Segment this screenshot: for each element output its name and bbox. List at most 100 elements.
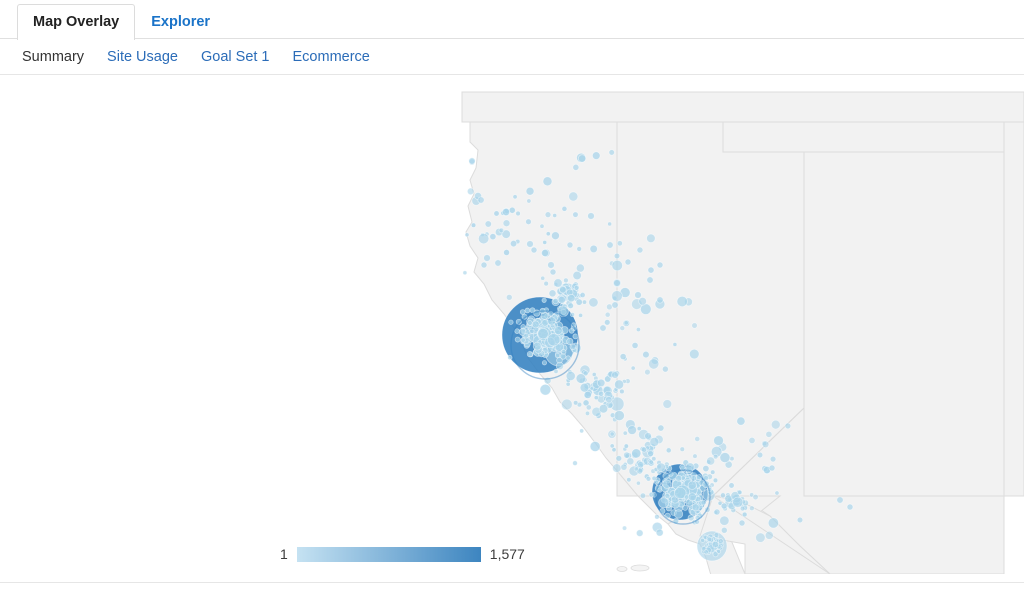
map-bubble[interactable] [542,239,548,245]
map-bubble[interactable] [526,240,534,248]
map-bubble[interactable] [651,475,657,481]
map-bubble[interactable] [639,492,647,499]
map-bubble[interactable] [572,270,582,281]
map-bubble[interactable] [703,549,709,555]
map-bubble[interactable] [748,436,756,444]
map-bubble[interactable] [543,280,549,287]
map-bubble[interactable] [589,244,598,254]
map-bubble[interactable] [626,457,635,466]
tab-explorer[interactable]: Explorer [135,4,226,41]
map-bubble[interactable] [609,443,615,449]
map-bubble[interactable] [609,431,615,437]
map-bubble[interactable] [498,227,505,234]
map-bubble[interactable] [683,494,690,500]
map-bubble[interactable] [519,309,526,315]
map-bubble[interactable] [784,422,792,430]
map-bubble[interactable] [525,218,532,225]
map-bubble[interactable] [626,477,632,483]
map-bubble[interactable] [604,311,611,318]
map-bubble[interactable] [631,448,642,459]
map-bubble[interactable] [554,353,561,359]
map-bubble[interactable] [616,240,623,247]
map-bubble[interactable] [741,511,748,518]
map-bubble[interactable] [553,368,559,374]
map-bubble[interactable] [712,551,719,558]
map-bubble[interactable] [642,350,650,359]
map-bubble[interactable] [483,254,491,262]
map-bubble[interactable] [692,453,698,459]
map-bubble[interactable] [624,258,632,266]
map-bubble[interactable] [545,231,551,237]
map-bubble[interactable] [676,295,688,308]
map-bubble[interactable] [540,275,546,281]
map-bubble[interactable] [578,312,584,318]
map-bubble[interactable] [706,456,716,466]
map-bubble[interactable] [732,496,744,508]
map-bubble[interactable] [539,383,552,396]
map-bubble[interactable] [613,410,625,422]
subnav-item-summary[interactable]: Summary [22,48,84,66]
map-bubble[interactable] [640,446,648,453]
map-bubble[interactable] [719,515,730,526]
map-bubble[interactable] [720,502,728,510]
map-bubble[interactable] [462,270,468,276]
map-bubble[interactable] [765,430,773,438]
map-bubble[interactable] [468,157,476,165]
map-bubble[interactable] [662,479,672,489]
map-bubble[interactable] [572,211,579,218]
map-bubble[interactable] [579,382,590,393]
map-bubble[interactable] [691,322,698,329]
map-bubble[interactable] [687,492,697,502]
map-bubble[interactable] [527,320,533,326]
map-bubble[interactable] [575,373,587,384]
map-bubble[interactable] [717,538,724,545]
map-bubble[interactable] [502,208,510,216]
map-bubble[interactable] [611,301,619,309]
map-bubble[interactable] [657,424,665,432]
map-bubble[interactable] [648,358,660,370]
map-bubble[interactable] [623,451,631,459]
map-bubble[interactable] [755,532,766,543]
map-bubble[interactable] [565,355,571,361]
map-bubble[interactable] [523,332,529,339]
map-bubble[interactable] [635,327,641,333]
map-visualization[interactable] [0,76,1024,574]
map-bubble[interactable] [635,480,641,486]
map-bubble[interactable] [542,176,553,187]
map-bubble[interactable] [573,400,579,406]
map-bubble[interactable] [687,480,697,490]
map-bubble[interactable] [599,324,607,332]
map-bubble[interactable] [655,528,664,537]
map-bubble[interactable] [658,497,670,509]
map-bubble[interactable] [585,404,592,411]
map-bubble[interactable] [608,149,615,156]
map-bubble[interactable] [634,291,642,299]
map-bubble[interactable] [598,404,609,414]
map-bubble[interactable] [588,297,599,308]
map-bubble[interactable] [774,490,780,496]
map-bubble[interactable] [737,489,743,496]
map-bubble[interactable] [489,233,497,241]
map-bubble[interactable] [552,298,559,305]
map-bubble[interactable] [557,295,566,304]
map-bubble[interactable] [559,286,567,294]
map-bubble[interactable] [604,319,611,326]
map-bubble[interactable] [531,320,540,329]
map-bubble[interactable] [620,463,628,471]
map-bubble[interactable] [566,241,574,249]
map-bubble[interactable] [614,379,625,390]
map-bubble[interactable] [836,496,844,504]
map-bubble[interactable] [672,342,678,347]
map-bubble[interactable] [633,466,639,472]
map-bubble[interactable] [649,437,660,447]
map-bubble[interactable] [644,432,652,440]
map-bubble[interactable] [690,475,698,482]
map-bubble[interactable] [661,365,669,373]
map-bubble[interactable] [598,390,605,397]
map-bubble[interactable] [470,222,477,228]
map-bubble[interactable] [569,312,575,318]
map-bubble[interactable] [524,307,531,314]
tab-map-overlay[interactable]: Map Overlay [17,3,136,41]
map-bubble[interactable] [764,530,774,540]
map-bubble[interactable] [647,266,655,274]
